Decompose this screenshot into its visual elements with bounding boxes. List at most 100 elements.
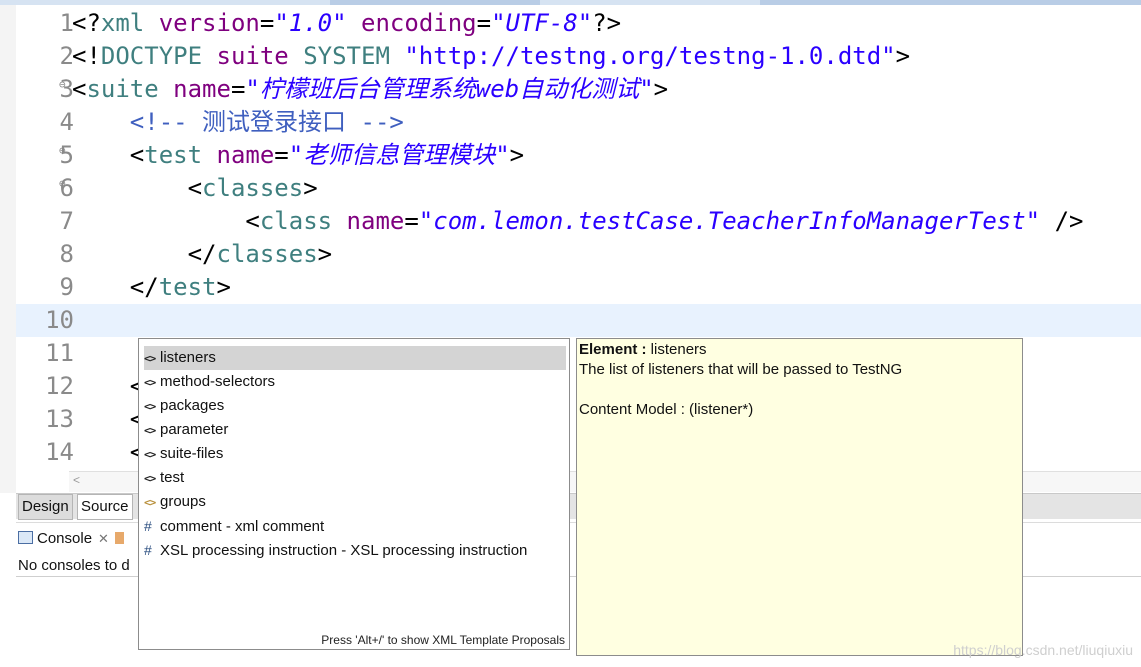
code-line[interactable]: 1 <?xml version="1.0" encoding="UTF-8"?> <box>16 7 1141 40</box>
code-text: <?xml version="1.0" encoding="UTF-8"?> <box>72 7 621 40</box>
code-line[interactable]: 4 <!-- 测试登录接口 --> <box>16 106 1141 139</box>
proposal-item[interactable]: <> groups <box>144 490 566 514</box>
proposal-item[interactable]: <> suite-files <box>144 442 566 466</box>
line-number: 9 <box>59 273 74 301</box>
code-line[interactable]: 10 <box>16 304 1141 337</box>
watermark: https://blog.csdn.net/liuqiuxiu <box>953 642 1133 658</box>
proposal-item[interactable]: <> listeners <box>144 346 566 370</box>
proposal-item[interactable]: <> packages <box>144 394 566 418</box>
problems-icon[interactable] <box>114 532 124 544</box>
code-token: " <box>274 9 289 37</box>
line-number: 14 <box>45 438 74 466</box>
hash-icon: # <box>144 518 152 534</box>
code-text: <!-- 测试登录接口 --> <box>72 106 404 139</box>
code-token: " <box>491 9 506 37</box>
line-number: 1 <box>59 9 74 37</box>
code-token: <? <box>72 9 101 37</box>
code-line[interactable]: 3 ⊖ <suite name="柠檬班后台管理系统web自动化测试"> <box>16 73 1141 106</box>
tab-console[interactable]: Console ✕ <box>18 530 124 547</box>
tab-source[interactable]: Source <box>77 494 133 520</box>
code-token: = <box>230 75 246 103</box>
code-text: < <box>72 436 144 469</box>
proposal-item[interactable]: # XSL processing instruction - XSL proces… <box>144 538 566 562</box>
code-text: <suite name="柠檬班后台管理系统web自动化测试"> <box>72 73 668 106</box>
code-token: /> <box>1040 207 1084 235</box>
console-message: No consoles to d <box>18 557 130 574</box>
code-token: SYSTEM <box>288 42 405 70</box>
code-line[interactable]: 9 </test> <box>16 271 1141 304</box>
line-number: 2 <box>59 42 74 70</box>
popup-hint: Press 'Alt+/' to show XML Template Propo… <box>321 633 565 647</box>
code-token: < <box>72 174 203 202</box>
element-icon: <> <box>144 472 156 485</box>
code-text: <class name="com.lemon.testCase.TeacherI… <box>72 205 1083 238</box>
proposal-item[interactable]: <> test <box>144 466 566 490</box>
code-token: < <box>72 75 87 103</box>
element-value: listeners <box>646 341 707 358</box>
code-token: classes <box>202 174 304 202</box>
code-token: "http://testng.org/testng-1.0.dtd" <box>404 42 896 70</box>
code-token: 老师信息管理模块 <box>303 141 496 169</box>
code-token: xml <box>100 9 159 37</box>
code-token: > <box>509 141 525 169</box>
tab-design[interactable]: Design <box>18 494 73 520</box>
code-token: suite <box>216 42 289 70</box>
element-description: The list of listeners that will be passe… <box>579 361 903 378</box>
code-token: = <box>476 9 492 37</box>
code-token: " <box>245 75 260 103</box>
scroll-left-icon[interactable]: < <box>73 473 80 487</box>
code-line[interactable]: 6 ⊖ <classes> <box>16 172 1141 205</box>
proposal-item[interactable]: <> method-selectors <box>144 370 566 394</box>
proposal-label: groups <box>160 493 206 510</box>
proposal-label: suite-files <box>160 445 224 462</box>
line-number: 11 <box>45 339 74 367</box>
code-token: UTF-8 <box>505 9 578 37</box>
element-icon: <> <box>144 352 156 365</box>
fold-toggle-icon[interactable]: ⊖ <box>59 139 66 163</box>
code-text: <classes> <box>72 172 318 205</box>
line-number: 10 <box>45 306 74 334</box>
code-token: suite <box>86 75 174 103</box>
code-token: " <box>288 141 304 169</box>
code-line[interactable]: 2 <!DOCTYPE suite SYSTEM "http://testng.o… <box>16 40 1141 73</box>
proposal-info-panel: Element : listeners The list of listener… <box>576 338 1023 656</box>
fold-toggle-icon[interactable]: ⊖ <box>59 73 66 97</box>
proposal-label: packages <box>160 397 225 414</box>
code-token: = <box>274 141 289 169</box>
code-text: </test> <box>72 271 231 304</box>
code-token: test <box>158 273 217 301</box>
code-token: = <box>404 207 419 235</box>
code-token: " <box>639 75 654 103</box>
element-label: Element : <box>579 341 647 358</box>
code-token: 1.0 <box>288 9 333 37</box>
console-tab-label: Console <box>37 530 93 547</box>
fold-toggle-icon[interactable]: ⊖ <box>59 172 66 196</box>
proposal-item[interactable]: <> parameter <box>144 418 566 442</box>
element-icon: <> <box>144 424 156 437</box>
code-token: ?> <box>592 9 622 37</box>
code-token: > <box>303 174 318 202</box>
code-line[interactable]: 7 <class name="com.lemon.testCase.Teache… <box>16 205 1141 238</box>
proposal-label: method-selectors <box>160 373 276 390</box>
close-icon[interactable]: ✕ <box>98 531 109 546</box>
proposal-item[interactable]: # comment - xml comment <box>144 514 566 538</box>
code-token: <! <box>72 42 101 70</box>
element-line: Element : listeners <box>579 341 707 358</box>
code-token: </ <box>72 273 159 301</box>
code-token: = <box>259 9 275 37</box>
proposal-label: comment - xml comment <box>160 518 325 535</box>
code-token: > <box>895 42 911 70</box>
code-token: < <box>72 405 145 433</box>
code-token: < <box>72 372 145 400</box>
code-line[interactable]: 5 ⊖ <test name="老师信息管理模块"> <box>16 139 1141 172</box>
code-token: < <box>72 207 260 235</box>
code-text: <!DOCTYPE suite SYSTEM "http://testng.or… <box>72 40 910 73</box>
code-text: < <box>72 370 144 403</box>
code-token: encoding <box>361 9 477 37</box>
code-token: 柠檬班后台管理系统web自动化测试 <box>259 75 640 103</box>
code-token: " <box>418 207 434 235</box>
code-line[interactable]: 8 </classes> <box>16 238 1141 271</box>
code-token: </ <box>72 240 217 268</box>
